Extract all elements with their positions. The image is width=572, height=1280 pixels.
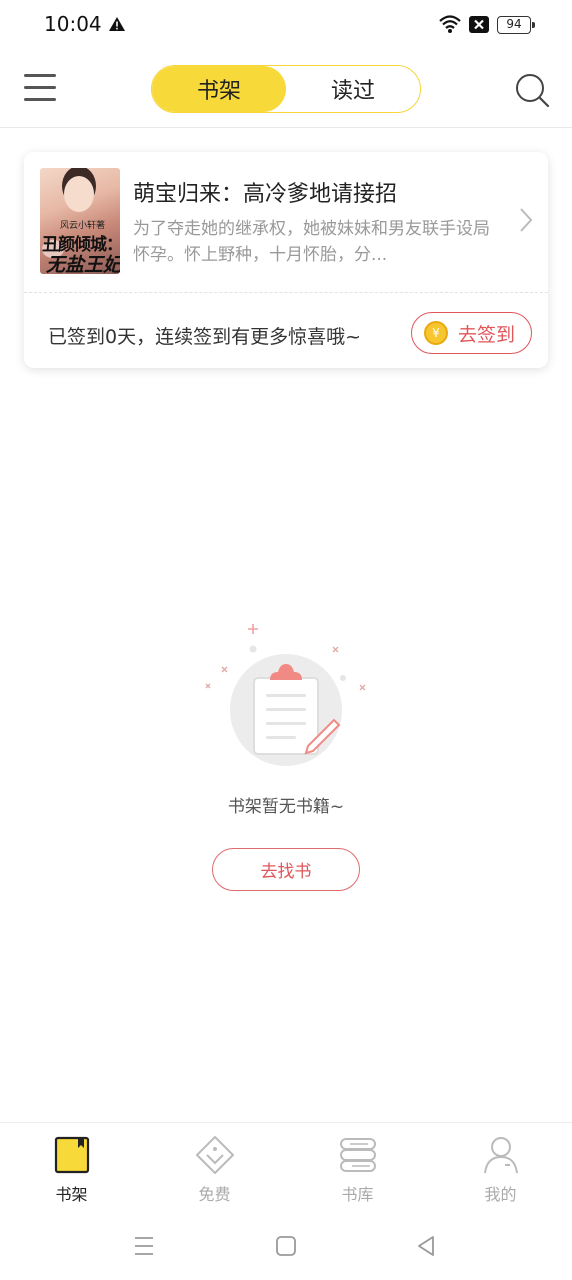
signin-status-text: 已签到0天，连续签到有更多惊喜哦~: [48, 326, 362, 348]
nav-item-bookshelf[interactable]: 书架: [0, 1123, 143, 1214]
book-cover[interactable]: 风云小轩著 丑颜倾城： 无盐王妃: [40, 168, 120, 274]
bottom-navigation: 书架 免费 书库 我的: [0, 1122, 572, 1214]
book-description: 为了夺走她的继承权，她被妹妹和男友联手设局怀孕。怀上野种，十月怀胎，分...: [133, 219, 490, 265]
chevron-right-icon[interactable]: [518, 206, 534, 234]
recommended-book-card[interactable]: 风云小轩著 丑颜倾城： 无盐王妃 萌宝归来：高冷爹地请接招 为了夺走她的继承权，…: [24, 152, 548, 368]
tag-icon: [195, 1136, 234, 1174]
nav-label-bookshelf: 书架: [55, 1185, 88, 1204]
empty-shelf-message: 书架暂无书籍~: [227, 797, 345, 817]
status-time: 10:04: [44, 12, 102, 36]
tab-read-history[interactable]: 读过: [286, 66, 420, 112]
wifi-icon: [439, 15, 461, 33]
status-bar: 10:04 94: [0, 0, 572, 52]
card-divider: [24, 292, 548, 293]
tab-bookshelf[interactable]: 书架: [152, 66, 286, 112]
menu-icon[interactable]: [24, 74, 56, 104]
cover-subtitle-text: 无盐王妃: [46, 254, 120, 274]
empty-clipboard-icon: [205, 624, 366, 766]
coin-icon: ¥: [424, 321, 448, 345]
nav-label-profile: 我的: [484, 1185, 517, 1204]
nav-item-profile[interactable]: 我的: [429, 1123, 572, 1214]
nav-item-free[interactable]: 免费: [143, 1123, 286, 1214]
system-navigation-bar: [0, 1214, 572, 1280]
search-icon[interactable]: [514, 72, 550, 108]
battery-icon: 94: [497, 16, 535, 34]
shelf-tab-switch: 书架 读过: [151, 65, 421, 113]
signin-button[interactable]: ¥ 去签到: [411, 312, 532, 354]
book-title[interactable]: 萌宝归来：高冷爹地请接招: [133, 176, 397, 208]
profile-icon: [483, 1137, 518, 1174]
nav-item-library[interactable]: 书库: [286, 1123, 429, 1214]
back-icon[interactable]: [414, 1234, 438, 1258]
battery-level: 94: [506, 17, 522, 31]
nav-label-free: 免费: [198, 1185, 231, 1204]
nav-label-library: 书库: [341, 1185, 374, 1204]
bookshelf-icon: [54, 1136, 89, 1174]
no-sim-icon: [469, 16, 489, 33]
signin-button-label: 去签到: [458, 323, 516, 346]
find-books-button[interactable]: 去找书: [212, 848, 360, 891]
recent-apps-icon[interactable]: [132, 1234, 156, 1258]
library-icon: [339, 1138, 376, 1172]
home-icon[interactable]: [274, 1234, 298, 1258]
top-header: 书架 读过: [0, 52, 572, 128]
warning-icon: [109, 17, 125, 31]
